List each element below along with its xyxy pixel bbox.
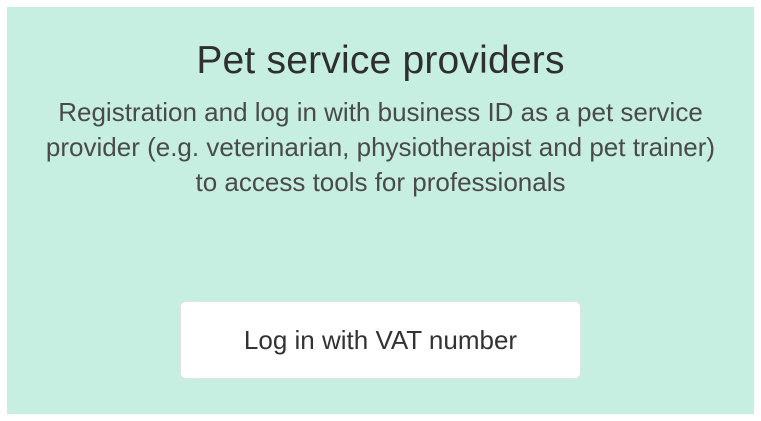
card-title: Pet service providers <box>196 39 565 82</box>
pet-service-providers-card: Pet service providers Registration and l… <box>7 7 754 414</box>
card-description: Registration and log in with business ID… <box>45 97 716 197</box>
log-in-with-vat-button[interactable]: Log in with VAT number <box>180 301 581 379</box>
